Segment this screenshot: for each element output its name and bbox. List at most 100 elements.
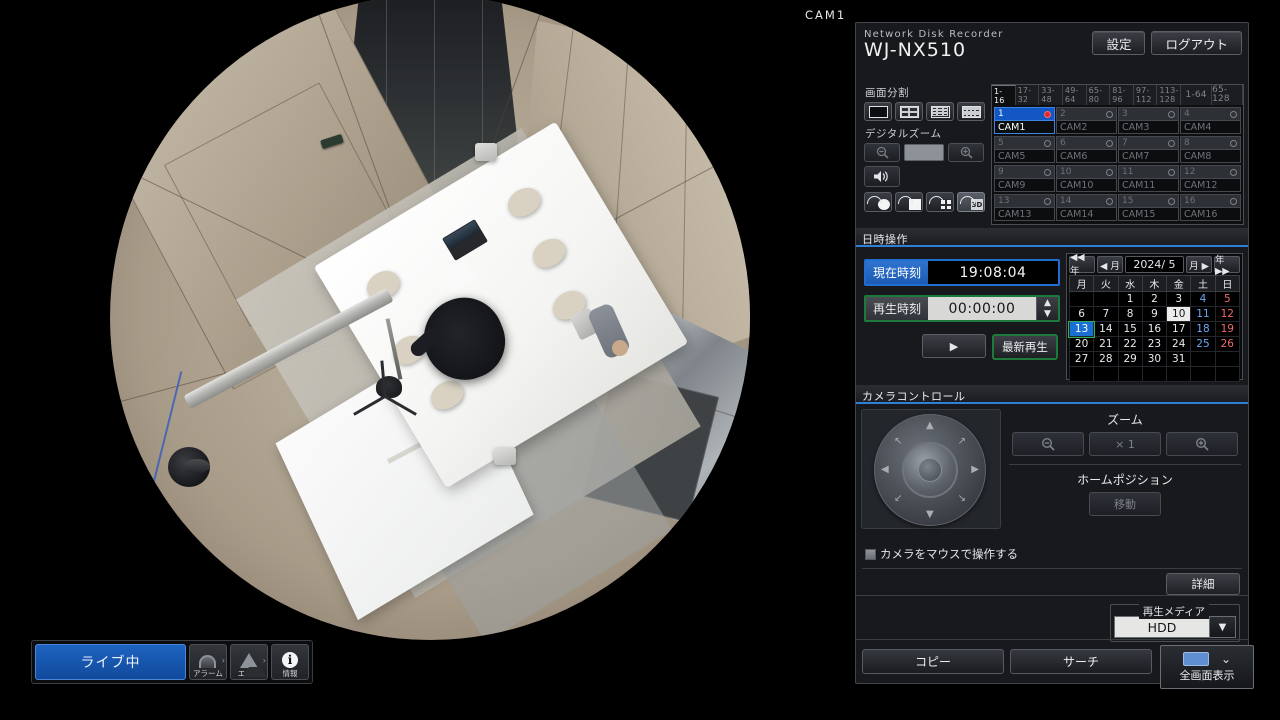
calendar-day[interactable]: 21 — [1093, 336, 1119, 352]
division-9-button[interactable] — [926, 102, 954, 121]
calendar-day[interactable]: 27 — [1068, 351, 1095, 367]
calendar-day[interactable]: 28 — [1093, 351, 1119, 367]
mouse-control-checkbox-row[interactable]: カメラをマウスで操作する — [856, 544, 1248, 562]
calendar-day[interactable]: 3 — [1166, 291, 1192, 307]
calendar-day[interactable]: 31 — [1166, 351, 1192, 367]
division-1-button[interactable] — [864, 102, 892, 121]
calendar-day[interactable] — [1166, 366, 1192, 382]
calendar-day[interactable]: 29 — [1117, 351, 1143, 367]
prev-year-button[interactable]: ◀◀ 年 — [1068, 252, 1095, 277]
calendar-day[interactable] — [1093, 366, 1119, 382]
play-time-value[interactable]: 00:00:00 — [928, 297, 1036, 320]
pan-tilt-pad[interactable]: ▲ ▼ ◀ ▶ ↖ ↗ ↙ ↘ — [861, 409, 1001, 529]
detail-button[interactable]: 詳細 — [1166, 573, 1240, 595]
play-time-stepper[interactable]: ▲ ▼ — [1035, 297, 1058, 320]
prev-month-button[interactable]: ◀ 月 — [1096, 256, 1123, 273]
calendar-day[interactable]: 12 — [1214, 306, 1241, 322]
camera-tab-1-16[interactable]: 1- 16 — [992, 85, 1016, 105]
calendar-day[interactable] — [1214, 366, 1241, 382]
calendar-day[interactable]: 26 — [1214, 336, 1241, 352]
playback-media-select[interactable]: HDD ▼ — [1114, 616, 1236, 638]
calendar-day[interactable]: 4 — [1190, 291, 1216, 307]
camera-cell-8[interactable]: 8 CAM8 — [1180, 136, 1241, 164]
digital-zoom-slider[interactable] — [904, 144, 944, 161]
latest-playback-button[interactable]: 最新再生 — [991, 334, 1058, 360]
camera-cell-15[interactable]: 15 CAM15 — [1118, 194, 1179, 222]
camera-cell-4[interactable]: 4 CAM4 — [1180, 107, 1241, 135]
speaker-button[interactable] — [864, 166, 900, 187]
calendar-day[interactable]: 14 — [1093, 321, 1119, 337]
live-status-button[interactable]: ライブ中 — [35, 644, 186, 680]
calendar-day-selected[interactable]: 13 — [1068, 320, 1095, 338]
fisheye-panorama-mode-button[interactable] — [895, 192, 923, 212]
settings-button[interactable]: 設定 — [1092, 31, 1146, 55]
search-button[interactable]: サーチ — [1010, 649, 1152, 674]
camera-cell-2[interactable]: 2 CAM2 — [1056, 107, 1117, 135]
camera-cell-14[interactable]: 14 CAM14 — [1056, 194, 1117, 222]
chevron-down-icon[interactable]: ▼ — [1210, 616, 1236, 638]
calendar-day[interactable]: 19 — [1214, 321, 1241, 337]
camera-tab-17-32[interactable]: 17- 32 — [1016, 85, 1040, 105]
calendar-day[interactable]: 25 — [1190, 336, 1216, 352]
play-button[interactable]: ▶ — [921, 334, 986, 358]
camera-tab-97-112[interactable]: 97- 112 — [1134, 85, 1158, 105]
calendar-day[interactable]: 22 — [1117, 336, 1143, 352]
camera-cell-1[interactable]: 1 CAM1 — [994, 107, 1055, 135]
fisheye-circle-mode-button[interactable] — [864, 192, 892, 212]
home-move-button[interactable]: 移動 — [1089, 492, 1161, 516]
division-4-button[interactable] — [895, 102, 923, 121]
digital-zoom-out-button[interactable] — [864, 143, 900, 162]
stepper-up-icon[interactable]: ▲ — [1044, 298, 1051, 307]
calendar-day[interactable]: 1 — [1117, 291, 1143, 307]
copy-button[interactable]: コピー — [862, 649, 1004, 674]
calendar-day[interactable]: 23 — [1141, 336, 1168, 352]
calendar-day[interactable]: 11 — [1190, 306, 1216, 322]
digital-zoom-in-button[interactable] — [948, 143, 984, 162]
fisheye-quad-mode-button[interactable] — [926, 192, 954, 212]
camera-tab-49-64[interactable]: 49- 64 — [1063, 85, 1087, 105]
calendar-day[interactable]: 17 — [1166, 321, 1192, 337]
fisheye-image[interactable] — [110, 0, 750, 640]
error-button[interactable]: › エラー — [229, 644, 268, 680]
live-video-area[interactable]: CAM1 — [0, 0, 855, 720]
camera-cell-5[interactable]: 5 CAM5 — [994, 136, 1055, 164]
calendar-day[interactable] — [1068, 291, 1095, 307]
camera-cell-9[interactable]: 9 CAM9 — [994, 165, 1055, 193]
camera-range-tab-1-64[interactable]: 1-64 — [1181, 85, 1213, 105]
camera-tab-65-80[interactable]: 65- 80 — [1087, 85, 1111, 105]
camera-cell-12[interactable]: 12 CAM12 — [1180, 165, 1241, 193]
camera-cell-7[interactable]: 7 CAM7 — [1118, 136, 1179, 164]
calendar-day[interactable]: 7 — [1093, 306, 1119, 322]
calendar-day[interactable]: 24 — [1166, 336, 1192, 352]
calendar-day[interactable]: 20 — [1068, 336, 1095, 352]
fisheye-3d-mode-button[interactable]: 3D — [957, 192, 985, 212]
calendar-day[interactable]: 30 — [1141, 351, 1168, 367]
play-time-field[interactable]: 再生時刻 00:00:00 ▲ ▼ — [864, 295, 1060, 322]
logout-button[interactable]: ログアウト — [1151, 31, 1242, 55]
stepper-down-icon[interactable]: ▼ — [1044, 310, 1051, 319]
camera-cell-16[interactable]: 16 CAM16 — [1180, 194, 1241, 222]
calendar-day[interactable] — [1141, 366, 1168, 382]
calendar-day[interactable]: 2 — [1141, 291, 1168, 307]
camera-cell-10[interactable]: 10 CAM10 — [1056, 165, 1117, 193]
camera-cell-11[interactable]: 11 CAM11 — [1118, 165, 1179, 193]
calendar-day[interactable] — [1068, 366, 1095, 382]
camera-cell-3[interactable]: 3 CAM3 — [1118, 107, 1179, 135]
calendar-day[interactable]: 16 — [1141, 321, 1168, 337]
next-year-button[interactable]: 年 ▶▶ — [1214, 255, 1240, 277]
calendar-day[interactable]: 9 — [1141, 306, 1168, 322]
alarm-button[interactable]: › アラーム — [188, 644, 227, 680]
calendar-day[interactable]: 15 — [1117, 321, 1143, 337]
camera-cell-13[interactable]: 13 CAM13 — [994, 194, 1055, 222]
calendar-day[interactable]: 8 — [1117, 306, 1143, 322]
camera-tab-33-48[interactable]: 33- 48 — [1039, 85, 1063, 105]
next-month-button[interactable]: 月 ▶ — [1186, 256, 1212, 273]
camera-tab-113-128[interactable]: 113- 128 — [1157, 85, 1182, 105]
calendar-day[interactable]: 18 — [1190, 321, 1216, 337]
calendar-day[interactable] — [1117, 366, 1143, 382]
calendar-day[interactable]: 6 — [1068, 306, 1095, 322]
info-button[interactable]: i 情報 — [270, 644, 309, 680]
mouse-control-checkbox[interactable] — [865, 548, 876, 560]
camera-tab-81-96[interactable]: 81- 96 — [1110, 85, 1134, 105]
camera-zoom-in-button[interactable] — [1166, 432, 1238, 456]
